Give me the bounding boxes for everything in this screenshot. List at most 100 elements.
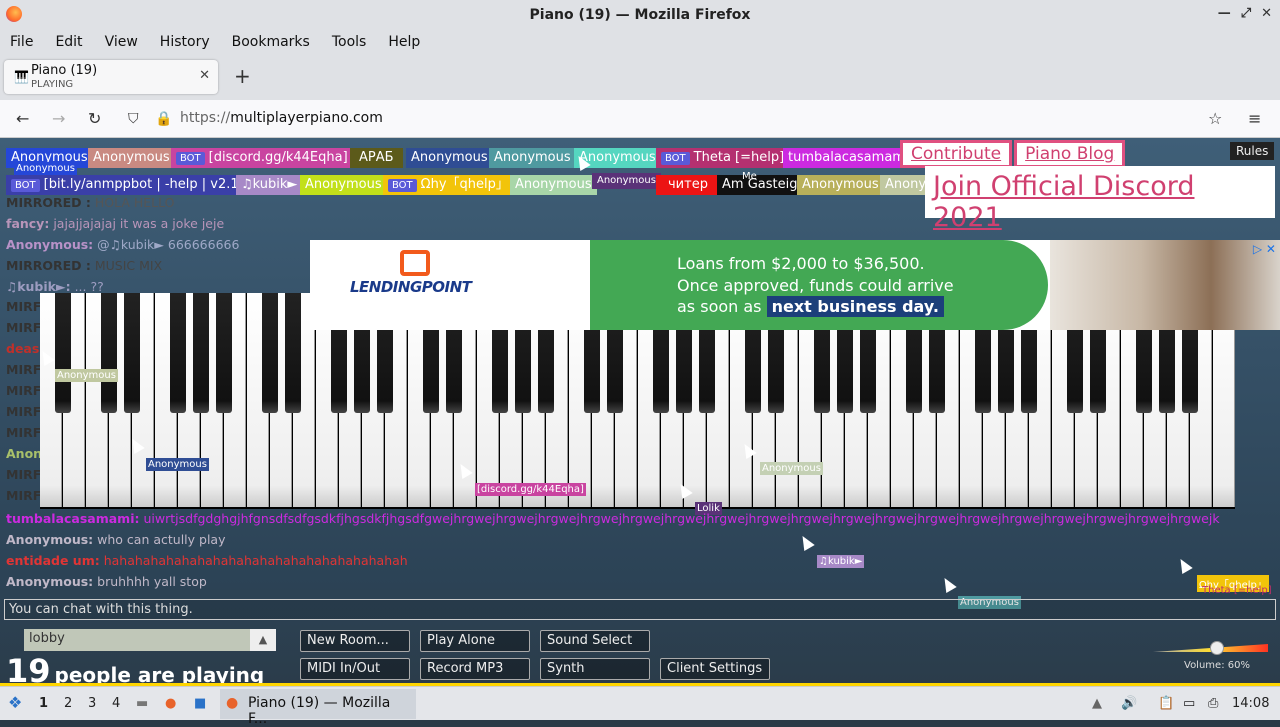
player-chip[interactable]: BOT [bit.ly/anmppbot | -help | v2.1] bbox=[6, 175, 249, 195]
chat-message: Anonymous: who can actully play bbox=[6, 532, 226, 547]
terminal-icon[interactable]: ■ bbox=[194, 696, 206, 711]
chat-message: entidade um: hahahahahahahahahahahahahah… bbox=[6, 553, 408, 568]
player-chip[interactable]: Anonymous bbox=[510, 175, 597, 195]
nav-bar: ← → ↻ ⛉ 🔒 https://multiplayerpiano.com ☆… bbox=[0, 100, 1280, 138]
url-bar[interactable]: https://multiplayerpiano.com bbox=[180, 110, 383, 126]
black-key[interactable] bbox=[124, 293, 140, 413]
firefox-icon: ● bbox=[226, 695, 239, 711]
chat-name-fragment: MIRF bbox=[6, 425, 42, 440]
black-key[interactable] bbox=[262, 293, 278, 413]
menu-bookmarks[interactable]: Bookmarks bbox=[232, 34, 310, 50]
window-titlebar: Piano (19) — Mozilla Firefox — ⤢ ✕ bbox=[0, 0, 1280, 30]
reload-icon[interactable]: ↻ bbox=[88, 109, 101, 128]
black-key[interactable] bbox=[216, 293, 232, 413]
midi-button[interactable]: MIDI In/Out bbox=[300, 658, 410, 680]
player-chip[interactable]: Anonymous bbox=[88, 148, 175, 168]
player-chip[interactable]: ♫kubik► bbox=[236, 175, 303, 195]
menu-view[interactable]: View bbox=[105, 34, 138, 50]
cursor-tag: Anonymous bbox=[55, 369, 118, 382]
player-chip[interactable]: Anony bbox=[880, 175, 925, 195]
tray-arrow-icon[interactable]: ▲ bbox=[1092, 696, 1102, 711]
cursor-tag: Anonymous bbox=[760, 462, 823, 475]
taskbar-window-firefox[interactable]: ● Piano (19) — Mozilla F... bbox=[220, 689, 416, 727]
firefox-launcher-icon[interactable]: ● bbox=[165, 696, 176, 711]
forward-icon[interactable]: → bbox=[52, 109, 65, 128]
new-room-button[interactable]: New Room... bbox=[300, 630, 410, 652]
chat-message: ♫kubik►: ... ?? bbox=[6, 279, 104, 294]
promo-links: Contribute Piano Blog bbox=[900, 140, 1126, 168]
black-key[interactable] bbox=[193, 293, 209, 413]
player-chip[interactable]: Anonymous bbox=[489, 148, 576, 168]
back-icon[interactable]: ← bbox=[16, 109, 29, 128]
room-select[interactable]: lobby ▲ bbox=[24, 629, 276, 651]
shield-icon[interactable]: ⛉ bbox=[128, 111, 139, 127]
minimize-icon[interactable]: — bbox=[1218, 6, 1231, 21]
chevron-up-icon[interactable]: ▲ bbox=[250, 629, 276, 651]
maximize-icon[interactable]: ⤢ bbox=[1241, 6, 1251, 21]
player-chip[interactable]: Anonymous bbox=[300, 175, 387, 195]
player-chip[interactable]: Anonymous bbox=[592, 173, 661, 189]
lendingpoint-logo: LENDINGPOINT bbox=[350, 250, 472, 296]
cursor-tag: ♫kubik► bbox=[817, 555, 865, 568]
black-key[interactable] bbox=[285, 293, 301, 413]
advertisement-banner[interactable]: LENDINGPOINT Loans from $2,000 to $36,50… bbox=[310, 240, 1280, 330]
chat-message: tumbalacasamami: uiwrtjsdfgdghgjhfgnsdfs… bbox=[6, 511, 1220, 526]
volume-knob[interactable] bbox=[1210, 641, 1224, 655]
synth-button[interactable]: Synth bbox=[540, 658, 650, 680]
chat-name-fragment: MIRF bbox=[6, 404, 42, 419]
clipboard-icon[interactable]: 📋 bbox=[1158, 696, 1174, 711]
black-key[interactable] bbox=[170, 293, 186, 413]
player-chip[interactable]: BOT [discord.gg/k44Eqha] bbox=[171, 148, 353, 168]
sound-select-button[interactable]: Sound Select bbox=[540, 630, 650, 652]
menu-help[interactable]: Help bbox=[388, 34, 420, 50]
display-icon[interactable]: ▭ bbox=[1183, 696, 1195, 711]
player-count-number: 19 bbox=[6, 652, 51, 686]
black-key[interactable] bbox=[55, 293, 71, 413]
start-menu-icon[interactable]: ❖ bbox=[8, 693, 22, 712]
workspace-3[interactable]: 3 bbox=[88, 696, 96, 711]
player-chip[interactable]: BOT Theta [=help] bbox=[656, 148, 790, 168]
chat-name-fragment: deas bbox=[6, 341, 40, 356]
hamburger-menu-icon[interactable]: ≡ bbox=[1248, 109, 1261, 128]
tab-piano[interactable]: 🎹 Piano (19) PLAYING ✕ bbox=[4, 60, 218, 94]
new-tab-button[interactable]: + bbox=[234, 64, 251, 88]
close-icon[interactable]: ✕ bbox=[1261, 6, 1272, 21]
chat-input[interactable]: You can chat with this thing. bbox=[4, 599, 1276, 620]
player-chip[interactable]: Anonymous bbox=[406, 148, 493, 168]
chat-name-fragment: MIRF bbox=[6, 320, 42, 335]
control-bar: lobby ▲ 19 people are playing New Room...… bbox=[0, 624, 1280, 686]
player-chip[interactable]: BOT Ωhy「qhelp」 bbox=[383, 175, 514, 195]
workspace-2[interactable]: 2 bbox=[64, 696, 72, 711]
volume-icon[interactable]: 🔊 bbox=[1121, 696, 1137, 711]
piano-blog-link[interactable]: Piano Blog bbox=[1014, 140, 1126, 168]
player-chip[interactable]: читер bbox=[656, 175, 720, 195]
record-mp3-button[interactable]: Record MP3 bbox=[420, 658, 530, 680]
network-icon[interactable]: ⎙ bbox=[1208, 696, 1218, 711]
client-settings-button[interactable]: Client Settings bbox=[660, 658, 770, 680]
workspace-4[interactable]: 4 bbox=[112, 696, 120, 711]
file-manager-icon[interactable]: ▬ bbox=[136, 696, 148, 711]
menu-tools[interactable]: Tools bbox=[332, 34, 367, 50]
contribute-link[interactable]: Contribute bbox=[900, 140, 1013, 168]
chat-message: Anonymous: @♫kubik► 666666666 bbox=[6, 237, 240, 252]
player-chip[interactable]: Am Gasteig bbox=[717, 175, 803, 195]
tab-close-icon[interactable]: ✕ bbox=[199, 68, 210, 83]
volume-control[interactable]: Volume: 60% bbox=[1150, 634, 1270, 674]
player-chip[interactable]: Anonymous bbox=[797, 175, 884, 195]
workspace-1[interactable]: 1 bbox=[39, 696, 48, 711]
lock-icon[interactable]: 🔒 bbox=[155, 111, 172, 127]
menu-edit[interactable]: Edit bbox=[55, 34, 82, 50]
ad-close-icon[interactable]: ▷ ✕ bbox=[1253, 242, 1276, 256]
play-alone-button[interactable]: Play Alone bbox=[420, 630, 530, 652]
bookmark-star-icon[interactable]: ☆ bbox=[1208, 109, 1222, 128]
rules-button[interactable]: Rules bbox=[1230, 142, 1275, 160]
url-host: multiplayerpiano.com bbox=[230, 110, 383, 126]
player-chip[interactable]: tumbalacasamami bbox=[783, 148, 901, 168]
discord-link[interactable]: Join Official Discord 2021 bbox=[925, 166, 1275, 233]
player-chip[interactable]: АРАБ bbox=[350, 148, 403, 168]
menu-file[interactable]: File bbox=[10, 34, 33, 50]
chat-name-fragment: MIRF bbox=[6, 362, 42, 377]
tab-bar: 🎹 Piano (19) PLAYING ✕ + bbox=[0, 54, 1280, 100]
black-key[interactable] bbox=[101, 293, 117, 413]
menu-history[interactable]: History bbox=[160, 34, 210, 50]
